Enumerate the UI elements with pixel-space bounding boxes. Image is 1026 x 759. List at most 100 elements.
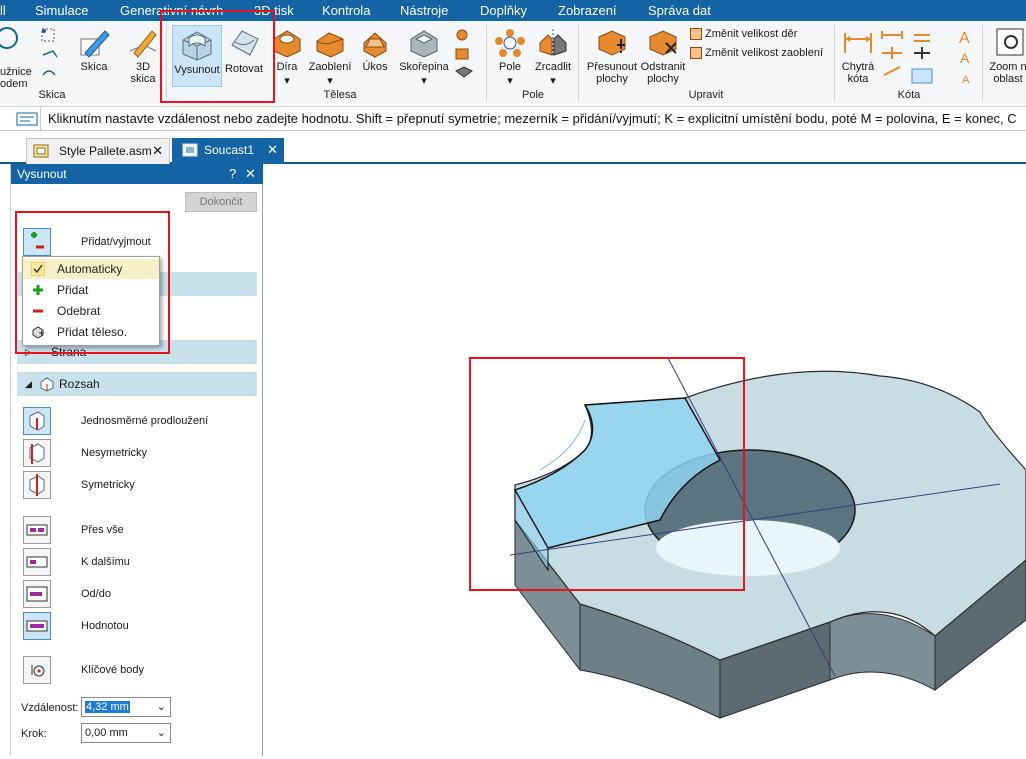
dira-button[interactable]: Díra ▾	[270, 25, 304, 87]
circle-tool-button[interactable]	[0, 25, 22, 51]
close-icon[interactable]: ✕	[245, 164, 256, 184]
relation-tools-icon	[911, 34, 933, 84]
prompt-bar: Kliknutím nastavte vzdálenost nebo zadej…	[0, 107, 1026, 131]
extrude-command-panel: Vysunout ? ✕ Dokončit Přidat/vyjmout ▷ S…	[10, 164, 263, 756]
prompt-text: Kliknutím nastavte vzdálenost nebo zadej…	[48, 111, 1017, 126]
step-label: Krok:	[21, 728, 47, 740]
extent-section[interactable]: ◢ Rozsah	[17, 372, 257, 396]
resize-fillets-button[interactable]: Změnit velikost zaoblení	[690, 47, 823, 60]
tab-style-pallete[interactable]: Style Pallete.asm ✕	[26, 138, 170, 164]
part-3d-view[interactable]	[264, 164, 1026, 756]
one-direction-icon[interactable]	[23, 407, 51, 435]
presunout-plochy-button[interactable]: Přesunout plochy	[584, 25, 640, 85]
keypoints-icon[interactable]	[23, 656, 51, 684]
menu-item-partial[interactable]: ll	[0, 3, 6, 18]
menu-item-sprava-dat[interactable]: Správa dat	[648, 3, 711, 18]
menu-item-generativni-navrh[interactable]: Generativní návrh	[120, 3, 223, 18]
circle-icon	[0, 27, 18, 49]
group-label-pole: Pole	[521, 89, 545, 101]
dimension-tools-col2[interactable]	[908, 27, 936, 87]
svg-text:A: A	[959, 30, 970, 47]
zoom-area-icon	[996, 28, 1024, 56]
hole-icon	[273, 30, 301, 58]
tab-soucast1[interactable]: Soucast1 ✕	[172, 138, 284, 164]
part-icon	[182, 143, 198, 157]
zaobleni-button[interactable]: Zaoblení ▾	[306, 25, 354, 87]
chevron-down-icon[interactable]: ⌄	[157, 698, 166, 716]
text-tools-col[interactable]: AAA	[956, 27, 978, 89]
ribbon-separator	[982, 25, 983, 101]
rotovat-button[interactable]: Rotovat	[222, 25, 266, 75]
group-label-skica: Skica	[38, 89, 66, 101]
menu-item-simulace[interactable]: Simulace	[35, 3, 88, 18]
dropdown-item-odebrat[interactable]: Odebrat	[23, 301, 159, 321]
asymmetric-icon[interactable]	[23, 439, 51, 467]
mirror-icon	[539, 29, 567, 57]
ribbon-separator	[834, 25, 835, 101]
graphics-viewport[interactable]	[264, 164, 1026, 756]
chevron-down-icon: ▾	[507, 75, 513, 87]
step-field[interactable]: 0,00 mm ⌄	[81, 723, 171, 743]
chevron-down-icon[interactable]: ⌄	[157, 724, 166, 742]
ukos-button[interactable]: Úkos	[358, 25, 392, 73]
add-remove-icon[interactable]	[23, 228, 51, 256]
dimension-tools-col1[interactable]	[878, 27, 906, 85]
chevron-down-icon: ▾	[284, 75, 290, 87]
close-tab-icon[interactable]: ✕	[267, 138, 278, 162]
by-value-icon[interactable]	[23, 612, 51, 640]
extrude-icon	[182, 31, 212, 61]
zrcadlit-button[interactable]: Zrcadlit ▾	[532, 25, 574, 87]
distance-field[interactable]: 4,32 mm ⌄	[81, 697, 171, 717]
help-icon[interactable]: ?	[229, 164, 236, 184]
finish-button[interactable]: Dokončit	[185, 192, 257, 212]
document-tabs: Style Pallete.asm ✕ Soucast1 ✕	[0, 131, 1026, 164]
resize-holes-button[interactable]: Změnit velikost děr	[690, 28, 797, 41]
symmetric-icon[interactable]	[23, 471, 51, 499]
dropdown-item-automaticky[interactable]: Automaticky	[23, 259, 159, 279]
skica-3d-button[interactable]: 3D skica	[124, 25, 162, 85]
from-to-icon[interactable]	[23, 580, 51, 608]
menu-item-3d-tisk[interactable]: 3D tisk	[254, 3, 294, 18]
prompt-icon	[16, 112, 38, 126]
delete-faces-icon	[649, 30, 677, 56]
distance-label: Vzdálenost:	[21, 702, 79, 714]
chevron-down-icon: ▾	[550, 75, 556, 87]
part-hole-bottom	[656, 520, 840, 576]
menu-item-zobrazeni[interactable]: Zobrazení	[558, 3, 617, 18]
text-format-icon: AAA	[959, 30, 970, 86]
group-label-kota: Kóta	[897, 89, 921, 101]
chevron-down-icon: ▾	[327, 75, 333, 87]
menu-item-nastroje[interactable]: Nástroje	[400, 3, 448, 18]
ribbon-separator	[486, 25, 487, 101]
close-tab-icon[interactable]: ✕	[152, 139, 163, 163]
zoom-oblast-button[interactable]: Zoom n oblast	[986, 25, 1026, 85]
move-faces-icon	[598, 30, 626, 56]
ribbon-separator	[578, 25, 579, 101]
dimension-tools-icon	[881, 31, 903, 76]
body-small-tools[interactable]	[452, 27, 476, 85]
plus-icon	[33, 285, 43, 295]
dropdown-item-pridat[interactable]: Přidat	[23, 280, 159, 300]
skica-button[interactable]: Skica	[74, 25, 114, 73]
to-next-icon[interactable]	[23, 548, 51, 576]
menu-item-doplnky[interactable]: Doplňky	[480, 3, 527, 18]
vysunout-button[interactable]: Vysunout	[172, 25, 222, 87]
panel-header: Vysunout ? ✕	[11, 164, 263, 184]
pattern-icon	[495, 29, 525, 57]
pole-button[interactable]: Pole ▾	[492, 25, 528, 87]
svg-text:A: A	[960, 50, 970, 66]
menu-item-kontrola[interactable]: Kontrola	[322, 3, 370, 18]
chytra-kota-button[interactable]: Chytrá kóta	[838, 25, 878, 85]
dropdown-item-pridat-teleso[interactable]: Přidat těleso.	[23, 322, 159, 342]
sketch-tools-icon	[41, 28, 58, 76]
partial-tool-label: užnice odem	[0, 66, 32, 90]
panel-title: Vysunout	[17, 167, 67, 181]
sketch-3d-icon	[129, 30, 157, 58]
menu-bar: ll Simulace Generativní návrh 3D tisk Ko…	[0, 0, 1026, 21]
skorepina-button[interactable]: Skořepina ▾	[396, 25, 452, 87]
revolve-icon	[231, 30, 259, 56]
group-label-upravit: Upravit	[688, 89, 724, 101]
through-all-icon[interactable]	[23, 516, 51, 544]
odstranit-plochy-button[interactable]: Odstranit plochy	[638, 25, 688, 85]
sketch-tool-small-1[interactable]	[36, 27, 66, 87]
